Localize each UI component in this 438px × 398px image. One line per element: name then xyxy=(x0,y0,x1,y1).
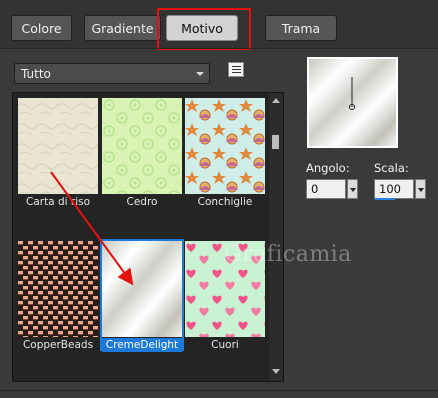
pattern-label: Carta di riso xyxy=(25,196,91,208)
tab-colore[interactable]: Colore xyxy=(11,15,72,41)
tab-trama[interactable]: Trama xyxy=(265,15,337,41)
scale-input[interactable]: 100 xyxy=(374,179,414,199)
chevron-down-icon xyxy=(196,72,204,76)
pattern-tile-conchiglie[interactable]: Conchiglie xyxy=(185,98,265,208)
scroll-thumb[interactable] xyxy=(272,135,279,149)
pattern-label: Cedro xyxy=(126,196,158,208)
divider xyxy=(0,48,438,49)
pattern-tile-carta-di-riso[interactable]: Carta di riso xyxy=(18,98,98,208)
pattern-swatch xyxy=(102,241,182,337)
scale-stepper[interactable] xyxy=(415,179,426,199)
pattern-swatch xyxy=(102,98,182,194)
scale-focus-bar xyxy=(375,198,395,200)
pattern-swatch xyxy=(18,241,98,337)
pattern-label: Cuori xyxy=(211,339,239,351)
pattern-tile-copperbeads[interactable]: CopperBeads xyxy=(18,241,98,351)
angle-label: Angolo: xyxy=(306,161,350,175)
preview-swatch xyxy=(309,59,396,146)
divider xyxy=(0,390,438,391)
category-select[interactable]: Tutto xyxy=(14,63,210,84)
angle-input[interactable]: 0 xyxy=(306,179,346,199)
gallery-scrollbar[interactable] xyxy=(269,93,283,381)
annotation-highlight-box xyxy=(157,8,251,50)
pattern-preview xyxy=(307,57,398,148)
pattern-swatch xyxy=(185,98,265,194)
pattern-tile-cedro[interactable]: Cedro xyxy=(102,98,182,208)
scroll-up-icon[interactable] xyxy=(272,98,280,103)
angle-stepper[interactable] xyxy=(347,179,358,199)
tab-gradiente[interactable]: Gradiente xyxy=(84,15,161,41)
pattern-tile-cremedelight[interactable]: CremeDelight xyxy=(100,239,184,352)
pattern-label: Conchiglie xyxy=(197,196,253,208)
scroll-down-icon[interactable] xyxy=(272,369,280,374)
watermark: Graficamia xyxy=(224,242,352,267)
pattern-gallery: Carta di riso Cedro Conchiglie CopperBea… xyxy=(12,92,284,382)
pattern-label: CopperBeads xyxy=(22,339,94,351)
list-view-icon[interactable] xyxy=(228,62,244,77)
scale-label: Scala: xyxy=(374,161,409,175)
pattern-swatch xyxy=(18,98,98,194)
pattern-label: CremeDelight xyxy=(102,338,182,352)
category-select-value: Tutto xyxy=(21,66,51,81)
